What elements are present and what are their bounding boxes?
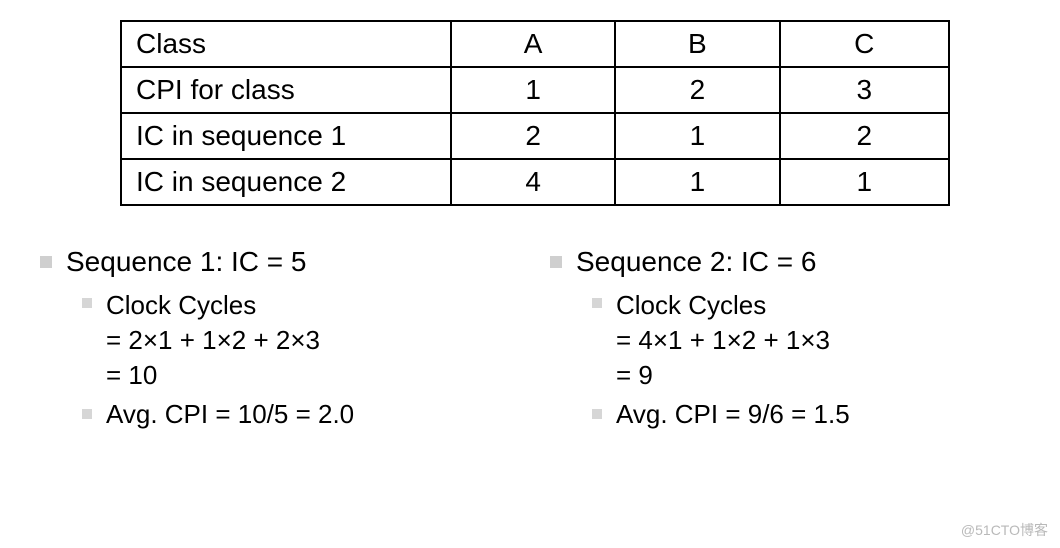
cell-ic2-a: 4: [451, 159, 615, 205]
row-ic2-label: IC in sequence 2: [121, 159, 451, 205]
clock-cycles-expr: = 2×1 + 1×2 + 2×3: [106, 323, 320, 358]
sequence-1-cc-text: Clock Cycles = 2×1 + 1×2 + 2×3 = 10: [106, 288, 320, 393]
cell-cpi-a: 1: [451, 67, 615, 113]
sequence-1-cc: Clock Cycles = 2×1 + 1×2 + 2×3 = 10: [82, 288, 510, 393]
clock-cycles-label: Clock Cycles: [106, 288, 320, 323]
sequence-1-avg-row: Avg. CPI = 10/5 = 2.0: [82, 399, 510, 430]
header-class: Class: [121, 21, 451, 67]
table-row: Class A B C: [121, 21, 949, 67]
clock-cycles-result: = 9: [616, 358, 830, 393]
sequence-1-column: Sequence 1: IC = 5 Clock Cycles = 2×1 + …: [40, 246, 510, 436]
sequence-2-cc-text: Clock Cycles = 4×1 + 1×2 + 1×3 = 9: [616, 288, 830, 393]
header-c: C: [780, 21, 950, 67]
cell-cpi-b: 2: [615, 67, 779, 113]
table-row: IC in sequence 1 2 1 2: [121, 113, 949, 159]
sequence-2-column: Sequence 2: IC = 6 Clock Cycles = 4×1 + …: [550, 246, 1020, 436]
cell-cpi-c: 3: [780, 67, 950, 113]
sequence-2-avg: Avg. CPI = 9/6 = 1.5: [616, 399, 850, 430]
cpi-table-container: Class A B C CPI for class 1 2 3 IC in se…: [120, 20, 950, 206]
cell-ic1-b: 1: [615, 113, 779, 159]
bullet-icon: [550, 256, 562, 268]
clock-cycles-result: = 10: [106, 358, 320, 393]
row-ic1-label: IC in sequence 1: [121, 113, 451, 159]
header-a: A: [451, 21, 615, 67]
watermark-text: @51CTO博客: [961, 520, 1048, 540]
bullet-icon: [592, 298, 602, 308]
bullet-icon: [82, 409, 92, 419]
header-b: B: [615, 21, 779, 67]
table-row: IC in sequence 2 4 1 1: [121, 159, 949, 205]
cell-ic2-c: 1: [780, 159, 950, 205]
sequence-2-title-row: Sequence 2: IC = 6: [550, 246, 1020, 278]
row-cpi-label: CPI for class: [121, 67, 451, 113]
sequence-2-avg-row: Avg. CPI = 9/6 = 1.5: [592, 399, 1020, 430]
sequence-2-cc: Clock Cycles = 4×1 + 1×2 + 1×3 = 9: [592, 288, 1020, 393]
sequence-2-title: Sequence 2: IC = 6: [576, 246, 817, 278]
cell-ic1-c: 2: [780, 113, 950, 159]
bullet-icon: [82, 298, 92, 308]
cell-ic2-b: 1: [615, 159, 779, 205]
sequence-columns: Sequence 1: IC = 5 Clock Cycles = 2×1 + …: [40, 246, 1020, 436]
sequence-1-title: Sequence 1: IC = 5: [66, 246, 307, 278]
bullet-icon: [40, 256, 52, 268]
clock-cycles-label: Clock Cycles: [616, 288, 830, 323]
table-row: CPI for class 1 2 3: [121, 67, 949, 113]
cell-ic1-a: 2: [451, 113, 615, 159]
sequence-1-title-row: Sequence 1: IC = 5: [40, 246, 510, 278]
bullet-icon: [592, 409, 602, 419]
cpi-table: Class A B C CPI for class 1 2 3 IC in se…: [120, 20, 950, 206]
clock-cycles-expr: = 4×1 + 1×2 + 1×3: [616, 323, 830, 358]
sequence-1-avg: Avg. CPI = 10/5 = 2.0: [106, 399, 354, 430]
